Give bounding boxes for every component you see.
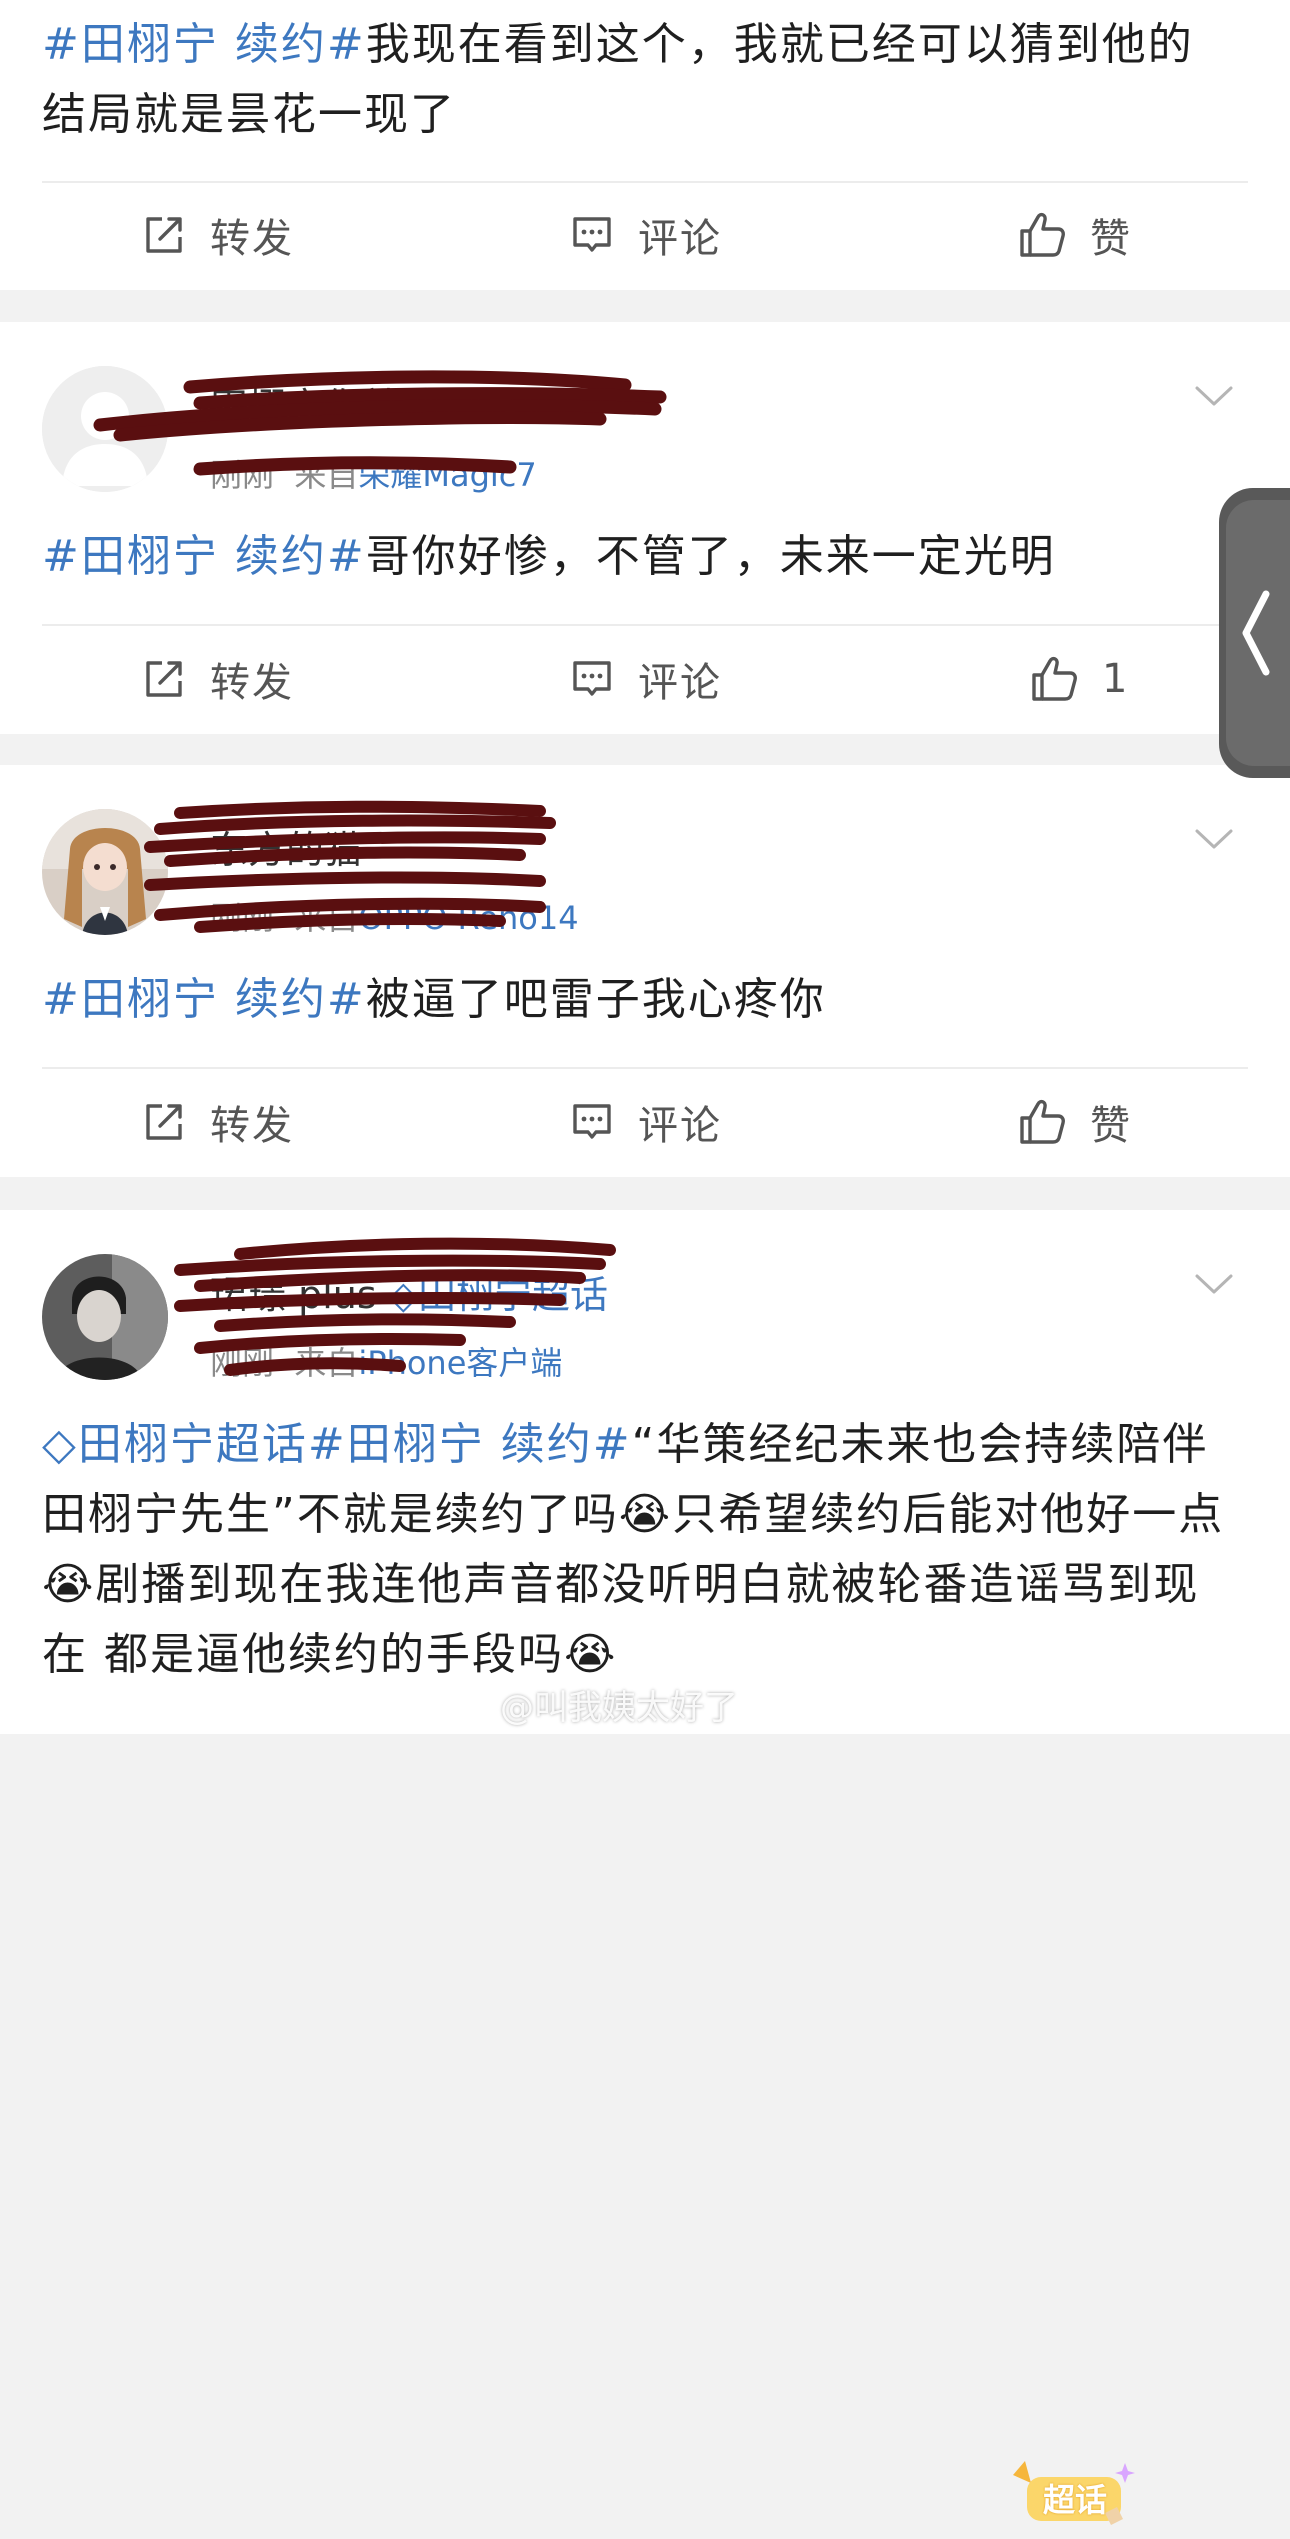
post-body: 哥你好惨，不管了，未来一定光明 (365, 531, 1056, 582)
comment-icon (570, 213, 614, 257)
post-source: OPPO Reno14 (358, 899, 579, 937)
post-text: ◇田栩宁超话#田栩宁 续约#“华策经纪未来也会持续陪伴田栩宁先生”不就是续约了吗… (42, 1410, 1234, 1690)
supertopic-name: 田栩宁超话 (77, 1419, 308, 1470)
comment-label: 评论 (638, 216, 722, 262)
repost-button[interactable]: 转发 (142, 1067, 294, 1177)
post-time: 刚刚 (210, 899, 275, 937)
like-label: 赞 (1090, 216, 1132, 262)
username-topic: 田栩宁超话 (417, 1273, 608, 1317)
repost-icon (142, 657, 186, 701)
post-text: #田栩宁 续约#被逼了吧雷子我心疼你 (42, 965, 1220, 1035)
chevron-down-icon[interactable] (1194, 1272, 1234, 1296)
post-time: 刚刚 (210, 456, 275, 494)
topic-link[interactable]: #田栩宁 续约# (42, 19, 366, 70)
source-prefix: 来自 (294, 899, 359, 937)
username[interactable]: 东方的猫 (210, 819, 362, 874)
post-time: 刚刚 (210, 1344, 275, 1382)
comment-button[interactable]: 评论 (570, 624, 722, 734)
post-source: iPhone客户端 (358, 1344, 563, 1382)
like-button[interactable]: 赞 (1018, 180, 1132, 290)
comment-icon (570, 1100, 614, 1144)
post-card-1: #田栩宁 续约#我现在看到这个，我就已经可以猜到他的结局就是昙花一现了 转发 评… (0, 0, 1290, 290)
chevron-down-icon[interactable] (1194, 384, 1234, 408)
supertopic-link[interactable]: ◇田栩宁超话 (42, 1419, 308, 1470)
action-bar: 转发 评论 赞 (0, 180, 1290, 290)
topic-link[interactable]: #田栩宁 续约# (42, 531, 366, 582)
username-text: 珺璟 plus (210, 1273, 377, 1317)
like-button[interactable]: 1 (1030, 624, 1129, 734)
username-supertopic-link[interactable]: ◇田栩宁超话 (389, 1273, 608, 1317)
supertopic-badge[interactable]: 超话 (1005, 2455, 1135, 2535)
like-count: 1 (1102, 656, 1130, 702)
comment-icon (570, 657, 614, 701)
supertopic-diamond-icon: ◇ (42, 1419, 78, 1470)
repost-icon (142, 1100, 186, 1144)
post-card-4: 珺璟 plus ◇田栩宁超话 刚刚 来自iPhone客户端 超话 ◇田栩宁超话#… (0, 1210, 1290, 2525)
comment-label: 评论 (638, 660, 722, 706)
post-text: #田栩宁 续约#我现在看到这个，我就已经可以猜到他的结局就是昙花一现了 (42, 10, 1220, 150)
repost-icon (142, 213, 186, 257)
post-body: 被逼了吧雷子我心疼你 (365, 974, 826, 1025)
source-prefix: 来自 (294, 456, 359, 494)
watermark: @叫我姨太好了 (500, 1688, 738, 1728)
post-text: #田栩宁 续约#哥你好惨，不管了，未来一定光明 (42, 522, 1220, 592)
post-card-2: 田栩宁你就是最好的 刚刚 来自荣耀Magic7 #田栩宁 续约#哥你好惨，不管了… (0, 322, 1290, 734)
avatar[interactable] (42, 1254, 168, 1380)
topic-link[interactable]: #田栩宁 续约# (308, 1419, 632, 1470)
post-card-3: 东方的猫 刚刚 来自OPPO Reno14 #田栩宁 续约#被逼了吧雷子我心疼你… (0, 765, 1290, 1177)
doll-avatar-image (42, 809, 168, 935)
portrait-avatar-image (42, 1254, 168, 1380)
comment-button[interactable]: 评论 (570, 180, 722, 290)
topic-link[interactable]: #田栩宁 续约# (42, 974, 366, 1025)
comment-label: 评论 (638, 1103, 722, 1149)
username[interactable]: 珺璟 plus ◇田栩宁超话 (210, 1264, 608, 1319)
like-icon (1030, 655, 1078, 703)
repost-label: 转发 (210, 1103, 294, 1149)
like-button[interactable]: 赞 (1018, 1067, 1132, 1177)
repost-label: 转发 (210, 216, 294, 262)
like-icon (1018, 1098, 1066, 1146)
supertopic-badge-label: 超话 (1043, 2481, 1108, 2519)
avatar[interactable] (42, 366, 168, 492)
source-prefix: 来自 (294, 1344, 359, 1382)
chevron-down-icon[interactable] (1194, 827, 1234, 851)
post-meta: 刚刚 来自荣耀Magic7 (210, 450, 537, 496)
avatar[interactable] (42, 809, 168, 935)
default-avatar-icon (42, 366, 168, 492)
like-label: 赞 (1090, 1103, 1132, 1149)
action-bar: 转发 评论 赞 (0, 1067, 1290, 1177)
username[interactable]: 田栩宁你就是最好的 (210, 376, 552, 431)
action-bar: 转发 评论 1 (0, 624, 1290, 734)
repost-button[interactable]: 转发 (142, 624, 294, 734)
chevron-left-icon[interactable] (1238, 590, 1272, 676)
like-icon (1018, 211, 1066, 259)
post-meta: 刚刚 来自iPhone客户端 (210, 1338, 562, 1384)
comment-button[interactable]: 评论 (570, 1067, 722, 1177)
repost-button[interactable]: 转发 (142, 180, 294, 290)
repost-label: 转发 (210, 660, 294, 706)
post-source: 荣耀Magic7 (358, 456, 537, 494)
post-meta: 刚刚 来自OPPO Reno14 (210, 893, 579, 939)
